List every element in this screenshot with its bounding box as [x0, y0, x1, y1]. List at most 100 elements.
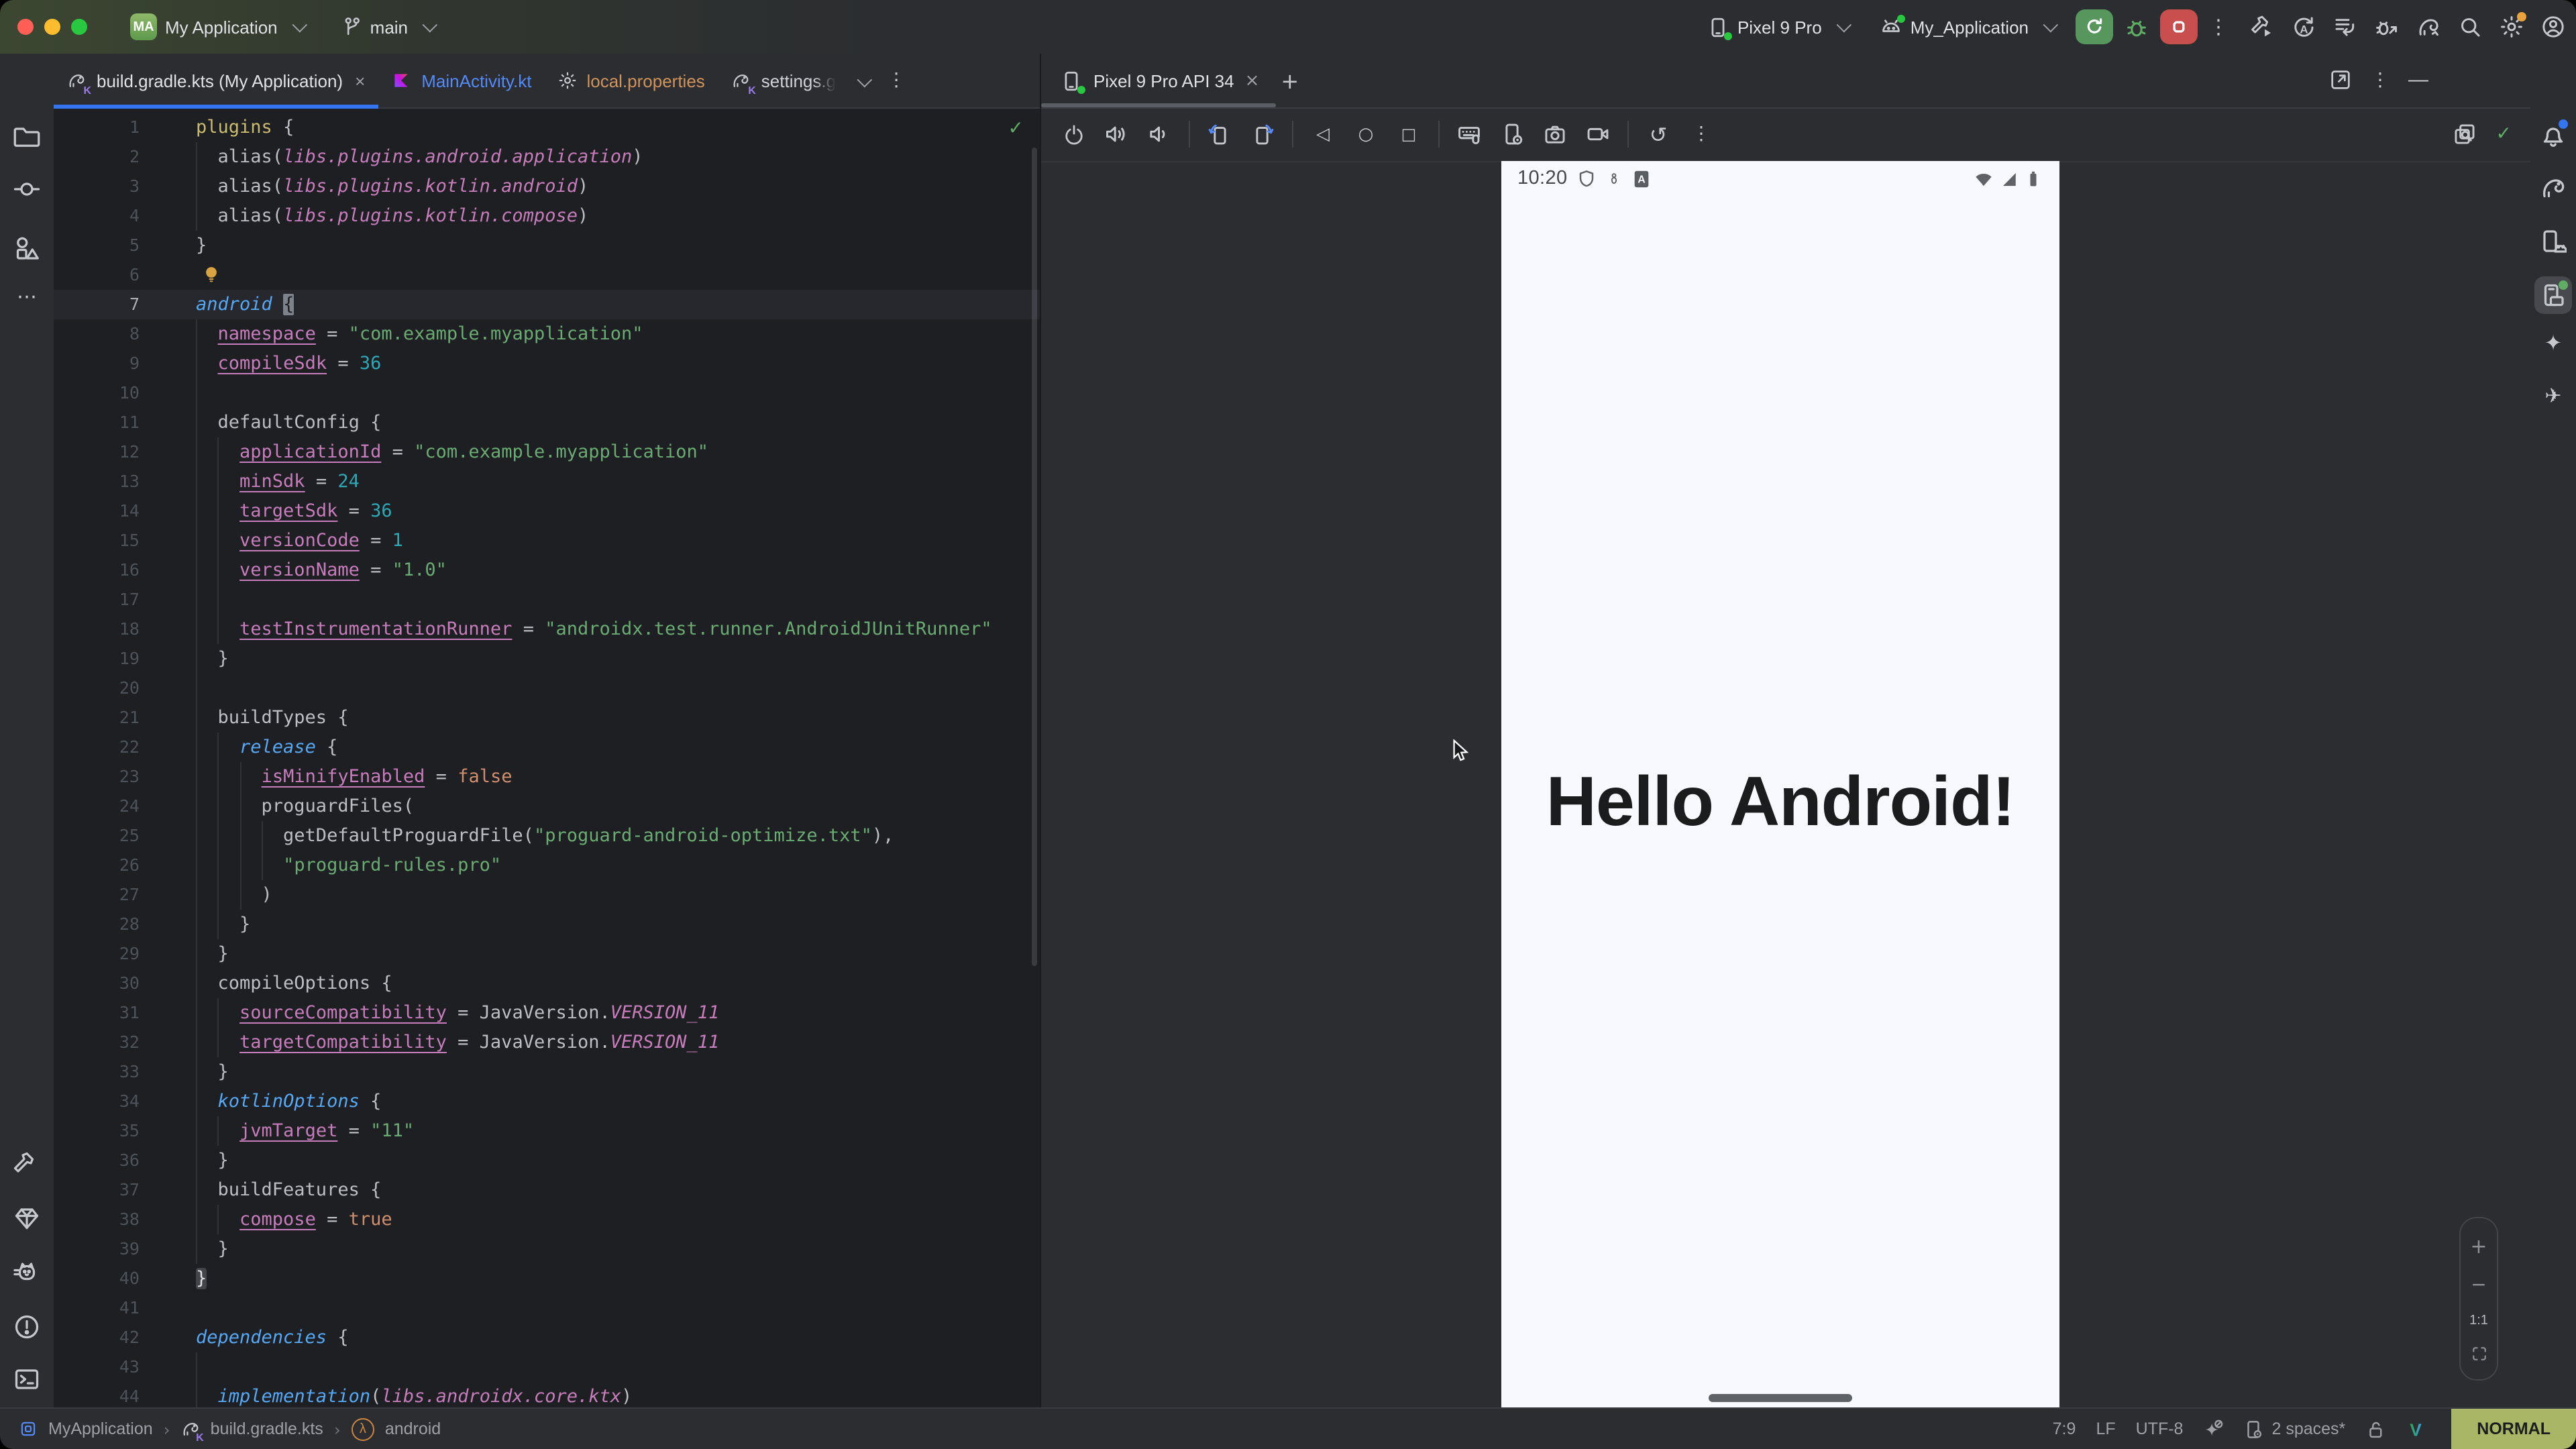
file-writable-icon[interactable] — [2365, 1419, 2385, 1439]
zoom-window-button[interactable] — [71, 19, 87, 35]
project-tool-button[interactable] — [13, 123, 40, 150]
code-line[interactable]: 31 sourceCompatibility = JavaVersion.VER… — [54, 998, 1040, 1028]
logcat-tool-button[interactable] — [13, 1260, 40, 1287]
zoom-in-button[interactable]: + — [2470, 1234, 2487, 1258]
code-line[interactable]: 21 buildTypes { — [54, 703, 1040, 733]
layout-inspector-button[interactable] — [2453, 122, 2477, 146]
code-line[interactable]: 12 applicationId = "com.example.myapplic… — [54, 437, 1040, 467]
volume-down-button[interactable] — [1147, 122, 1171, 146]
device-tab-label[interactable]: Pixel 9 Pro API 34 — [1093, 70, 1234, 91]
tab-mainactivity-kt[interactable]: MainActivity.kt — [378, 54, 545, 107]
breadcrumb-file[interactable]: build.gradle.kts — [211, 1419, 323, 1438]
running-devices-tool-button-selected[interactable] — [2534, 276, 2572, 314]
attach-debugger-button[interactable] — [2375, 15, 2399, 39]
code-line[interactable]: 42dependencies { — [54, 1323, 1040, 1352]
terminal-tool-button[interactable] — [13, 1366, 40, 1393]
code-line[interactable]: 43 — [54, 1352, 1040, 1382]
code-line[interactable]: 41 — [54, 1293, 1040, 1323]
build-button[interactable] — [2250, 15, 2274, 39]
account-avatar-button[interactable] — [2541, 15, 2565, 39]
line-separator[interactable]: LF — [2096, 1419, 2115, 1438]
tab-settings-gradle[interactable]: K settings.g — [718, 54, 849, 107]
code-editor[interactable]: 1plugins {2 alias(libs.plugins.android.a… — [54, 107, 1040, 1409]
code-line[interactable]: 28 } — [54, 910, 1040, 939]
panel-options-kebab[interactable]: ⋮ — [2371, 69, 2390, 91]
code-line[interactable]: 38 compose = true — [54, 1205, 1040, 1234]
intention-bulb-icon[interactable] — [201, 264, 221, 284]
hardware-input-button[interactable] — [1457, 122, 1481, 146]
close-window-button[interactable] — [17, 19, 34, 35]
code-line[interactable]: 40} — [54, 1264, 1040, 1293]
breadcrumb-project[interactable]: MyApplication — [48, 1419, 153, 1438]
emulator-screen[interactable]: 10:20 A Hello Android! — [1501, 161, 2059, 1409]
code-line[interactable]: 1plugins { — [54, 113, 1040, 142]
code-line[interactable]: 3 alias(libs.plugins.kotlin.android) — [54, 172, 1040, 201]
code-line[interactable]: 6 — [54, 260, 1040, 290]
reset-button[interactable]: ↺ — [1645, 121, 1672, 148]
code-line[interactable]: 23 isMinifyEnabled = false — [54, 762, 1040, 792]
app-quality-insights-tool-button[interactable] — [13, 1205, 40, 1232]
apply-changes-restart-button[interactable]: A — [2292, 15, 2316, 39]
inspections-ok-icon[interactable]: ✓ — [1008, 118, 1024, 140]
stop-button[interactable] — [2160, 9, 2198, 44]
tab-list-chevron-icon[interactable] — [857, 72, 873, 88]
code-line[interactable]: 25 getDefaultProguardFile("proguard-andr… — [54, 821, 1040, 851]
gesture-navigation-handle[interactable] — [1709, 1394, 1852, 1402]
home-button[interactable]: ○ — [1352, 121, 1379, 148]
code-line[interactable]: 33 } — [54, 1057, 1040, 1087]
code-line[interactable]: 11 defaultConfig { — [54, 408, 1040, 437]
gradle-sync-button[interactable] — [2416, 15, 2440, 39]
volume-up-button[interactable] — [1104, 122, 1128, 146]
vim-mode-badge[interactable]: NORMAL — [2451, 1409, 2576, 1449]
overview-button[interactable]: □ — [1395, 121, 1422, 148]
code-line[interactable]: 32 targetCompatibility = JavaVersion.VER… — [54, 1028, 1040, 1057]
rotate-left-button[interactable] — [1208, 122, 1232, 146]
rotate-right-button[interactable] — [1250, 122, 1275, 146]
code-line[interactable]: 2 alias(libs.plugins.android.application… — [54, 142, 1040, 172]
play-policy-insights-tool-button[interactable]: ✈ — [2540, 384, 2567, 411]
problems-tool-button[interactable] — [13, 1313, 40, 1340]
code-line[interactable]: 5} — [54, 231, 1040, 260]
more-tool-windows-button[interactable]: ⋯ — [13, 284, 40, 311]
code-line[interactable]: 17 — [54, 585, 1040, 614]
zoom-reset-button[interactable]: 1:1 — [2469, 1313, 2488, 1328]
search-everywhere-button[interactable] — [2458, 15, 2482, 39]
tab-local-properties[interactable]: local.properties — [545, 54, 718, 107]
debug-button[interactable] — [2124, 14, 2149, 40]
editor-scrollbar[interactable] — [1032, 148, 1037, 966]
code-line[interactable]: 15 versionCode = 1 — [54, 526, 1040, 555]
screenshot-button[interactable] — [1543, 122, 1567, 146]
caret-position[interactable]: 7:9 — [2053, 1419, 2076, 1438]
code-line[interactable]: 37 buildFeatures { — [54, 1175, 1040, 1205]
code-line[interactable]: 34 kotlinOptions { — [54, 1087, 1040, 1116]
vcs-branch-widget[interactable]: main — [330, 11, 444, 43]
hide-panel-icon[interactable]: — — [2408, 68, 2428, 91]
power-button[interactable] — [1062, 123, 1085, 146]
close-device-tab-icon[interactable]: × — [1245, 70, 1260, 91]
resource-manager-tool-button[interactable] — [13, 235, 40, 262]
ideavim-icon[interactable]: V — [2406, 1419, 2426, 1439]
add-device-tab-button[interactable]: + — [1281, 68, 1299, 93]
ai-assistant-disabled-icon[interactable] — [2203, 1419, 2223, 1439]
run-configuration-selector[interactable]: My_Application — [1869, 10, 2065, 44]
commit-tool-button[interactable] — [13, 176, 40, 203]
code-line[interactable]: 14 targetSdk = 36 — [54, 496, 1040, 526]
code-line[interactable]: 29 } — [54, 939, 1040, 969]
code-line[interactable]: 13 minSdk = 24 — [54, 467, 1040, 496]
code-line[interactable]: 39 } — [54, 1234, 1040, 1264]
tab-build-gradle-kts[interactable]: K build.gradle.kts (My Application) × — [54, 54, 378, 107]
device-options-kebab[interactable]: ⋮ — [1688, 121, 1715, 148]
code-line[interactable]: 36 } — [54, 1146, 1040, 1175]
code-line[interactable]: 26 "proguard-rules.pro" — [54, 851, 1040, 880]
code-line[interactable]: 27 ) — [54, 880, 1040, 910]
code-line[interactable]: 10 — [54, 378, 1040, 408]
editor-options-kebab[interactable]: ⋮ — [887, 70, 906, 107]
code-line[interactable]: 44 implementation(libs.androidx.core.ktx… — [54, 1382, 1040, 1409]
code-line[interactable]: 35 jvmTarget = "11" — [54, 1116, 1040, 1146]
code-line[interactable]: 4 alias(libs.plugins.kotlin.compose) — [54, 201, 1040, 231]
code-line[interactable]: 7android { — [54, 290, 1040, 319]
screen-record-button[interactable] — [1586, 122, 1610, 146]
gradle-tool-button[interactable] — [2540, 174, 2567, 201]
indent-widget[interactable]: 2 spaces* — [2243, 1419, 2345, 1439]
file-encoding[interactable]: UTF-8 — [2136, 1419, 2184, 1438]
